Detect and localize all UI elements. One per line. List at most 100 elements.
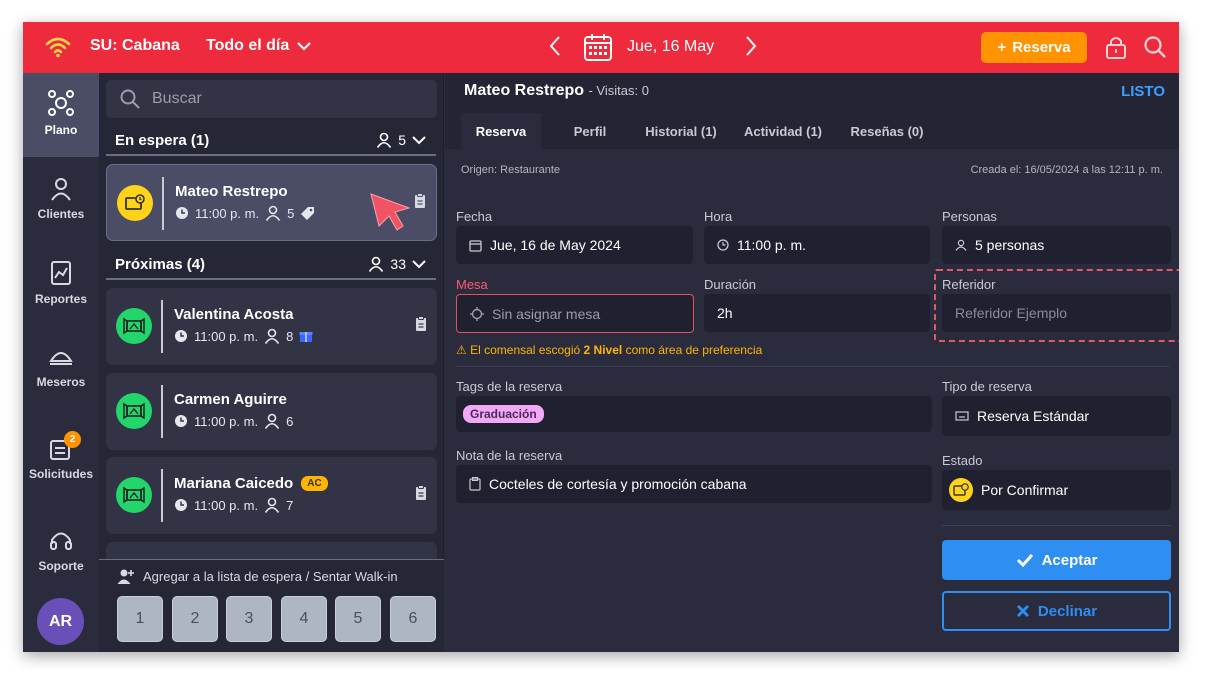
party-size: 6 — [286, 413, 294, 429]
add-reservation-button[interactable]: + Reserva — [981, 32, 1087, 63]
table-placeholder: Sin asignar mesa — [492, 305, 601, 322]
reservation-meta: 11:00 p. m. 8 — [174, 328, 313, 344]
reservation-time: 11:00 p. m. — [194, 328, 259, 344]
calendar-icon[interactable] — [583, 32, 613, 62]
visit-count: - Visitas: 0 — [588, 83, 649, 98]
lock-icon[interactable] — [1105, 35, 1127, 59]
reservation-meta: 11:00 p. m. 5 — [175, 205, 315, 221]
reservation-time: 11:00 p. m. — [195, 205, 260, 221]
clock-icon — [175, 330, 187, 342]
party-field[interactable]: 5 personas — [942, 226, 1171, 264]
nav-item-plano[interactable]: Plano — [23, 73, 99, 157]
reservation-meta: 11:00 p. m. 6 — [174, 413, 293, 429]
reservation-meta: 11:00 p. m. 7 — [174, 497, 293, 513]
warning-icon: ⚠ — [456, 343, 467, 357]
tab-actividad[interactable]: Actividad (1) — [735, 113, 831, 149]
next-day-button[interactable] — [745, 35, 757, 63]
time-label: Hora — [704, 209, 733, 224]
note-label: Nota de la reserva — [456, 448, 563, 463]
reservation-detail-panel: Mateo Restrepo - Visitas: 0 LISTO Reserv… — [445, 73, 1179, 652]
tab-historial[interactable]: Historial (1) — [635, 113, 727, 149]
waiting-count-value: 5 — [398, 132, 406, 148]
nav-label-plano: Plano — [44, 123, 78, 137]
gift-icon — [299, 332, 313, 342]
seated-status-icon — [116, 477, 152, 513]
nav-item-soporte[interactable]: Soporte — [23, 529, 99, 573]
tab-resenas[interactable]: Reseñas (0) — [841, 113, 933, 149]
reservation-time: 11:00 p. m. — [194, 497, 259, 513]
guest-name: Mariana Caicedo AC — [174, 475, 328, 492]
nav-label-solicitudes: Solicitudes — [28, 467, 93, 481]
note-field[interactable]: Cocteles de cortesía y promoción cabana — [456, 465, 932, 503]
party-size-button-4[interactable]: 4 — [281, 596, 327, 642]
person-icon — [369, 256, 384, 272]
upcoming-section-header[interactable]: Próximas (4) 33 — [106, 250, 436, 280]
duration-field[interactable]: 2h — [704, 294, 930, 332]
date-field[interactable]: Jue, 16 de May 2024 — [456, 226, 693, 264]
app-window: SU: Cabana Todo el día Jue, 16 May + Res… — [23, 22, 1179, 652]
search-icon — [120, 89, 140, 109]
previous-day-button[interactable] — [549, 35, 561, 63]
nav-item-meseros[interactable]: Meseros — [23, 345, 99, 389]
nav-item-clientes[interactable]: Clientes — [23, 177, 99, 221]
accept-button[interactable]: Aceptar — [942, 540, 1171, 580]
upcoming-count-value: 33 — [390, 256, 406, 272]
service-period-selector[interactable]: Todo el día — [206, 37, 312, 55]
status-field[interactable]: Por Confirmar — [942, 470, 1171, 510]
waiting-section-header[interactable]: En espera (1) 5 — [106, 126, 436, 156]
nav-item-reportes[interactable]: Reportes — [23, 260, 99, 306]
tag-chip[interactable]: Graduación — [463, 405, 544, 423]
reservation-type-field[interactable]: Reserva Estándar — [942, 396, 1171, 436]
cursor-arrow-icon — [370, 193, 411, 231]
venue-name: SU: Cabana — [90, 37, 180, 54]
tab-reserva[interactable]: Reserva — [461, 113, 541, 149]
done-button[interactable]: LISTO — [1121, 83, 1165, 100]
party-size: 5 — [287, 205, 295, 221]
detail-guest-name[interactable]: Mateo Restrepo - Visitas: 0 — [464, 82, 649, 100]
party-size-button-2[interactable]: 2 — [172, 596, 218, 642]
status-label: Estado — [942, 453, 983, 468]
guest-name: Mateo Restrepo — [175, 183, 288, 200]
tags-field[interactable]: Graduación — [456, 396, 932, 432]
decline-button[interactable]: Declinar — [942, 591, 1171, 631]
detail-header: Mateo Restrepo - Visitas: 0 LISTO — [445, 73, 1179, 113]
walkin-label[interactable]: Agregar a la lista de espera / Sentar Wa… — [117, 568, 398, 584]
requests-badge: 2 — [64, 431, 81, 448]
party-size-button-6[interactable]: 6 — [390, 596, 436, 642]
clock-icon — [717, 239, 729, 251]
party-size-button-3[interactable]: 3 — [226, 596, 272, 642]
headset-icon — [50, 532, 72, 550]
tab-perfil[interactable]: Perfil — [553, 113, 627, 149]
nav-label-clientes: Clientes — [37, 207, 85, 221]
search-icon[interactable] — [1143, 35, 1167, 59]
party-size-button-1[interactable]: 1 — [117, 596, 163, 642]
referrer-input[interactable]: Referidor Ejemplo — [942, 294, 1171, 332]
add-reservation-label: Reserva — [1012, 39, 1071, 56]
reservation-card[interactable]: Mariana Caicedo AC 11:00 p. m. 7 — [106, 457, 437, 534]
reservation-type-value: Reserva Estándar — [977, 408, 1090, 424]
divider — [942, 525, 1171, 526]
reservation-card[interactable]: Valentina Acosta 11:00 p. m. 8 — [106, 288, 437, 365]
date-label: Fecha — [456, 209, 493, 224]
person-icon — [264, 328, 280, 344]
time-field[interactable]: 11:00 p. m. — [704, 226, 930, 264]
chevron-down-icon — [297, 42, 312, 51]
table-field[interactable]: Sin asignar mesa — [456, 294, 694, 333]
service-period-label: Todo el día — [206, 37, 290, 54]
guest-name: Valentina Acosta — [174, 306, 294, 323]
clock-icon — [176, 207, 188, 219]
status-value: Por Confirmar — [981, 482, 1069, 498]
walkin-section: Agregar a la lista de espera / Sentar Wa… — [99, 559, 444, 652]
person-icon — [51, 178, 71, 201]
search-input[interactable]: Buscar — [106, 80, 437, 118]
nav-item-solicitudes[interactable]: 2 Solicitudes — [23, 431, 99, 481]
upcoming-count: 33 — [368, 256, 426, 272]
calendar-icon — [469, 239, 482, 252]
avatar[interactable]: AR — [37, 598, 84, 645]
reservation-card[interactable]: Carmen Aguirre 11:00 p. m. 6 — [106, 373, 437, 450]
tags-label: Tags de la reserva — [456, 379, 563, 394]
walkin-label-text: Agregar a la lista de espera / Sentar Wa… — [143, 568, 398, 584]
detail-guest-name-text: Mateo Restrepo — [464, 82, 585, 99]
party-size-button-5[interactable]: 5 — [335, 596, 381, 642]
card-divider — [162, 177, 164, 230]
